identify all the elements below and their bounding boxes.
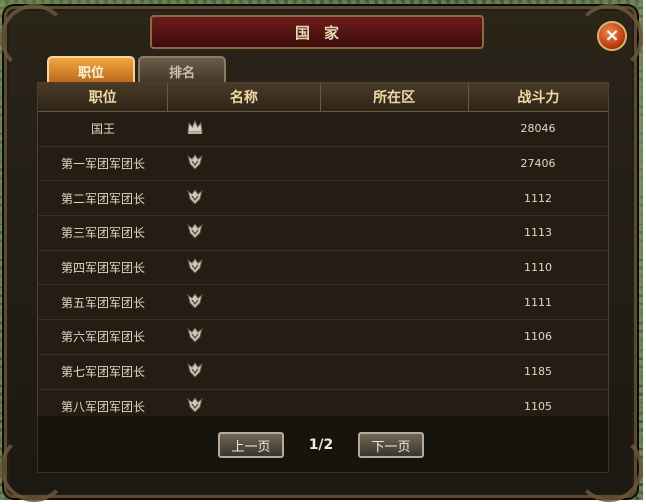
row-power: 1113 — [524, 226, 552, 240]
table-header: 职位 名称 所在区 战斗力 — [38, 83, 608, 112]
row-zone — [320, 147, 468, 181]
row-name-cell — [168, 320, 320, 354]
table-row[interactable]: 第六军团军团长 1106 — [38, 320, 608, 355]
window-title-bar: 国家 — [150, 15, 484, 49]
row-position: 第二军团军团长 — [60, 191, 145, 206]
next-page-button[interactable]: 下一页 — [358, 432, 424, 458]
header-position: 职位 — [38, 83, 169, 111]
legion-emblem-icon — [186, 222, 204, 243]
row-power: 27406 — [520, 157, 556, 171]
tab-position[interactable]: 职位 — [47, 56, 135, 84]
row-zone — [320, 112, 468, 146]
table-row[interactable]: 第七军团军团长 1185 — [38, 355, 608, 390]
table-row[interactable]: 国王 28046 — [38, 112, 608, 147]
table-row[interactable]: 第三军团军团长 1113 — [38, 216, 608, 251]
row-zone — [320, 285, 468, 319]
legion-emblem-icon — [186, 188, 204, 209]
row-power: 1185 — [524, 365, 552, 379]
row-power: 1111 — [524, 295, 552, 309]
row-zone — [320, 181, 468, 215]
legion-emblem-icon — [186, 361, 204, 382]
row-position: 国王 — [90, 122, 115, 137]
row-power: 1112 — [524, 191, 552, 205]
header-zone: 所在区 — [321, 83, 469, 111]
row-name-cell — [168, 181, 320, 215]
header-name: 名称 — [168, 83, 321, 111]
legion-emblem-icon — [186, 257, 204, 278]
row-zone — [320, 320, 468, 354]
legion-emblem-icon — [186, 326, 204, 347]
close-icon: × — [604, 25, 620, 46]
row-name-cell — [168, 285, 320, 319]
row-position: 第五军团军团长 — [60, 295, 145, 310]
prev-page-button[interactable]: 上一页 — [218, 432, 284, 458]
row-position: 第七军团军团长 — [60, 365, 145, 380]
header-power: 战斗力 — [517, 90, 560, 106]
row-zone — [320, 355, 468, 389]
page-indicator: 1/2 — [308, 437, 334, 453]
window-title: 国家 — [294, 23, 353, 42]
crown-icon — [186, 118, 204, 139]
table-row[interactable]: 第一军团军团长 27406 — [38, 147, 608, 182]
table-row[interactable]: 第二军团军团长 1112 — [38, 181, 608, 217]
table-row[interactable]: 第四军团军团长 1110 — [38, 251, 608, 286]
row-power: 1106 — [524, 330, 552, 344]
table-body: 国王 28046 第一军团军团长 27406 第二军团军团长 1112 第三军团军团长 111… — [38, 112, 608, 425]
row-name-cell — [168, 216, 320, 250]
row-zone — [320, 251, 468, 285]
row-position: 第一军团军团长 — [60, 157, 145, 172]
row-name-cell — [168, 147, 320, 181]
row-position: 第四军团军团长 — [60, 261, 145, 276]
row-name-cell — [168, 112, 320, 146]
row-name-cell — [168, 355, 320, 389]
row-power: 28046 — [520, 122, 556, 136]
legion-emblem-icon — [186, 153, 204, 174]
row-position: 第三军团军团长 — [60, 226, 145, 241]
officials-table: 职位 名称 所在区 战斗力 国王 28046 第一军团军团长 27406 第二军团军团长… — [37, 82, 609, 425]
tab-ranking[interactable]: 排名 — [138, 56, 226, 84]
legion-emblem-icon — [186, 292, 204, 313]
close-button[interactable]: × — [597, 21, 627, 51]
row-zone — [320, 216, 468, 250]
row-power: 1110 — [524, 261, 552, 275]
table-row[interactable]: 第五军团军团长 1111 — [38, 285, 608, 321]
row-position: 第六军团军团长 — [60, 330, 145, 345]
row-name-cell — [168, 251, 320, 285]
legion-emblem-icon — [186, 396, 204, 417]
